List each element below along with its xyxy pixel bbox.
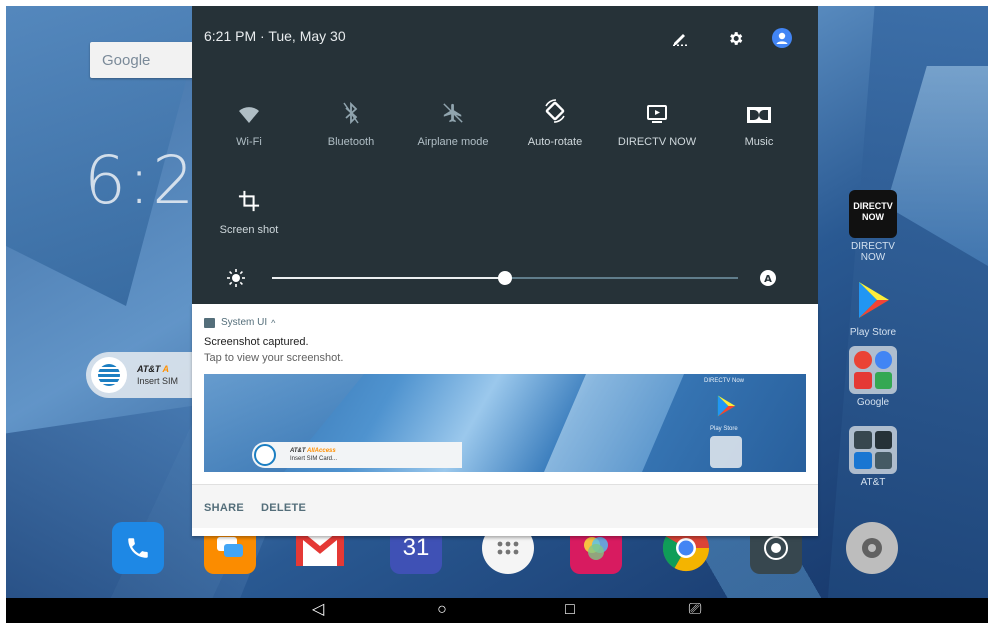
google-search-label: Google xyxy=(102,51,151,69)
tile-bluetooth[interactable]: Bluetooth xyxy=(299,98,403,148)
edit-icon[interactable] xyxy=(670,28,690,48)
status-date-time: 6:21 PM · Tue, May 30 xyxy=(204,28,346,44)
att-logo-icon xyxy=(91,357,127,393)
screen-mirror-button[interactable]: ⎚ xyxy=(685,602,705,618)
auto-brightness-icon[interactable]: A xyxy=(758,268,778,293)
calendar-date: 31 xyxy=(402,534,430,561)
att-folder-icon xyxy=(849,426,897,474)
preview-att-logo-icon xyxy=(254,444,276,466)
recents-button[interactable]: □ xyxy=(560,602,580,618)
dolby-icon xyxy=(707,98,811,124)
app-play-store[interactable]: Play Store xyxy=(838,276,908,338)
home-button[interactable]: ○ xyxy=(432,602,452,618)
cast-icon xyxy=(605,98,709,124)
att-widget[interactable]: AT&T A Insert SIM xyxy=(86,352,196,398)
preview-shard xyxy=(544,374,684,472)
notification-title: Screenshot captured. xyxy=(204,336,309,348)
app-label: Google xyxy=(856,397,890,408)
tile-label: Wi-Fi xyxy=(236,136,262,148)
delete-button[interactable]: DELETE xyxy=(261,502,306,514)
wifi-icon: ? xyxy=(197,98,301,124)
preview-google-folder-icon xyxy=(710,436,742,468)
auto-rotate-icon xyxy=(503,98,607,124)
app-directv-now[interactable]: DIRECTV NOW DIRECTV NOW xyxy=(838,190,908,263)
user-avatar-icon[interactable] xyxy=(772,28,792,48)
folder-att[interactable]: AT&T xyxy=(838,426,908,488)
preview-play-store-icon xyxy=(712,392,740,425)
att-widget-title: AT&T xyxy=(137,364,161,374)
tile-label: Music xyxy=(744,136,774,148)
screenshot-notification[interactable]: System UI ^ Screenshot captured. Tap to … xyxy=(192,304,818,536)
phone-icon[interactable] xyxy=(112,522,164,574)
tile-music[interactable]: Music xyxy=(707,98,811,148)
google-search-widget[interactable]: Google xyxy=(90,42,194,78)
tile-label: DIRECTV NOW xyxy=(617,136,697,148)
app-label: Play Store xyxy=(849,327,897,338)
brightness-slider-fill xyxy=(272,277,505,279)
settings-gear-icon[interactable] xyxy=(725,28,745,48)
play-store-icon xyxy=(849,276,897,324)
brightness-sun-icon xyxy=(226,268,246,293)
screenshot-preview-image[interactable]: AT&T AllAccess Insert SIM Card... DIRECT… xyxy=(204,374,806,472)
airplane-icon xyxy=(401,98,505,124)
tile-directv-now[interactable]: DIRECTV NOW xyxy=(605,98,709,148)
notification-app-name: System UI xyxy=(221,317,268,328)
image-icon xyxy=(204,317,215,328)
tile-airplane-mode[interactable]: Airplane mode xyxy=(401,98,505,148)
preview-play-label: Play Store xyxy=(710,426,738,432)
att-widget-text: AT&T A Insert SIM xyxy=(137,363,178,387)
att-widget-subtitle: Insert SIM xyxy=(137,376,179,386)
att-widget-title-suffix: A xyxy=(162,364,170,374)
app-label: DIRECTV NOW xyxy=(851,241,895,263)
settings-icon[interactable] xyxy=(846,522,898,574)
notification-actions: SHARE DELETE xyxy=(192,484,818,528)
expand-icon[interactable]: ^ xyxy=(271,318,275,328)
share-button[interactable]: SHARE xyxy=(204,502,244,514)
svg-text:A: A xyxy=(764,274,772,285)
quick-settings-panel: 6:21 PM · Tue, May 30 ? Wi-Fi Bluetooth … xyxy=(192,6,818,304)
brightness-slider-thumb[interactable] xyxy=(498,271,512,285)
tile-label: Airplane mode xyxy=(417,136,489,148)
app-label: AT&T xyxy=(860,477,886,488)
google-folder-icon xyxy=(849,346,897,394)
bluetooth-icon xyxy=(299,98,403,124)
preview-att-text: AT&T AllAccess Insert SIM Card... xyxy=(290,447,337,463)
tile-label: Bluetooth xyxy=(327,136,375,148)
folder-google[interactable]: Google xyxy=(838,346,908,408)
svg-text:?: ? xyxy=(253,116,257,124)
notification-header: System UI ^ xyxy=(204,317,275,328)
directv-now-icon: DIRECTV NOW xyxy=(849,190,897,238)
notification-text: Tap to view your screenshot. xyxy=(204,352,344,364)
tile-auto-rotate[interactable]: Auto-rotate xyxy=(503,98,607,148)
directv-now-badge: DIRECTV NOW xyxy=(853,201,893,222)
tile-screen-shot[interactable]: Screen shot xyxy=(197,186,301,236)
preview-att-title-suffix: AllAccess xyxy=(307,448,336,454)
preview-att-widget: AT&T AllAccess Insert SIM Card... xyxy=(252,442,462,468)
tile-wifi[interactable]: ? Wi-Fi xyxy=(197,98,301,148)
home-clock-widget[interactable]: 6:2 xyxy=(84,142,196,219)
tile-label: Auto-rotate xyxy=(527,136,583,148)
navigation-bar: ◁ ○ □ ⎚ xyxy=(6,598,988,623)
preview-att-subtitle: Insert SIM Card... xyxy=(290,456,338,462)
tile-label: Screen shot xyxy=(219,224,279,236)
preview-att-title: AT&T xyxy=(290,448,306,454)
preview-directv-label: DIRECTV Now xyxy=(704,378,745,384)
crop-icon xyxy=(197,186,301,212)
back-button[interactable]: ◁ xyxy=(308,602,328,618)
